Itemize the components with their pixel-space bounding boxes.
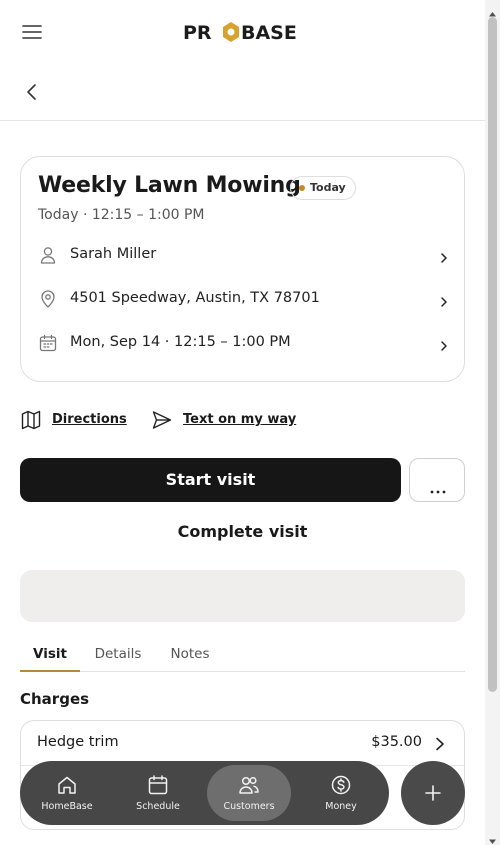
users-icon [238, 774, 260, 796]
status-badge: Today [290, 176, 356, 200]
nav-item-homebase[interactable]: HomeBase [25, 765, 109, 821]
scroll-up-icon[interactable] [488, 4, 497, 17]
charge-name: Hedge trim [37, 734, 119, 750]
text-on-my-way-link[interactable]: Text on my way [151, 408, 296, 432]
tab-visit[interactable]: Visit [20, 640, 80, 672]
charge-row[interactable]: Hedge trim $35.00 [21, 721, 464, 766]
nav-item-label: Money [325, 801, 357, 812]
sub-header [0, 64, 485, 121]
person-icon [38, 245, 58, 265]
home-icon [56, 774, 78, 796]
loading-placeholder [20, 570, 465, 622]
nav-item-label: HomeBase [41, 801, 93, 812]
chevron-right-icon [438, 293, 450, 307]
complete-visit-button[interactable]: Complete visit [20, 514, 465, 550]
job-time: Today · 12:15 – 1:00 PM [38, 207, 205, 223]
hamburger-menu-icon[interactable] [20, 22, 44, 42]
charge-amount: $35.00 [371, 734, 422, 750]
map-icon [20, 409, 42, 431]
calendar-icon [147, 774, 169, 796]
chevron-right-icon [434, 736, 446, 751]
start-visit-button[interactable]: Start visit [20, 458, 401, 502]
add-button[interactable] [401, 761, 465, 825]
tab-notes[interactable]: Notes [166, 640, 214, 672]
directions-link[interactable]: Directions [20, 408, 127, 432]
scrollbar-thumb[interactable] [488, 17, 497, 692]
plus-icon [425, 785, 441, 801]
schedule-row[interactable]: Mon, Sep 14 · 12:15 – 1:00 PM [38, 325, 450, 361]
scroll-down-icon[interactable] [488, 831, 497, 844]
schedule-text: Mon, Sep 14 · 12:15 – 1:00 PM [70, 334, 291, 350]
more-options-button[interactable] [409, 458, 465, 502]
job-card: Weekly Lawn Mowing Today Today · 12:15 –… [20, 156, 465, 382]
send-icon [151, 409, 173, 431]
chevron-left-icon[interactable] [22, 82, 42, 102]
probase-logo[interactable]: PR BASE [183, 18, 305, 46]
nav-item-label: Customers [223, 801, 275, 812]
job-title: Weekly Lawn Mowing [38, 173, 301, 198]
dollar-circle-icon [330, 774, 352, 796]
tab-details[interactable]: Details [92, 640, 144, 672]
location-pin-icon [38, 289, 58, 309]
address-row[interactable]: 4501 Speedway, Austin, TX 78701 [38, 281, 450, 317]
customer-row[interactable]: Sarah Miller [38, 237, 450, 273]
visit-tabs: Visit Details Notes [20, 640, 465, 672]
customer-name: Sarah Miller [70, 246, 157, 262]
text-on-my-way-label: Text on my way [183, 412, 297, 427]
status-badge-label: Today [310, 181, 346, 194]
directions-label: Directions [52, 412, 127, 427]
svg-text:PR: PR [183, 22, 212, 44]
chevron-right-icon [438, 337, 450, 351]
calendar-icon [38, 333, 58, 353]
nav-item-customers[interactable]: Customers [207, 765, 291, 821]
status-dot [299, 185, 305, 191]
address-text: 4501 Speedway, Austin, TX 78701 [70, 290, 320, 306]
nav-item-label: Schedule [136, 801, 180, 812]
charges-heading: Charges [20, 690, 90, 708]
nav-item-money[interactable]: Money [299, 765, 383, 821]
bottom-navigation: HomeBase Schedule Customers Money [20, 761, 389, 825]
quick-links: Directions Text on my way [20, 408, 465, 432]
nav-item-schedule[interactable]: Schedule [116, 765, 200, 821]
more-options-icon [430, 479, 446, 494]
chevron-right-icon [438, 249, 450, 263]
svg-text:BASE: BASE [241, 22, 297, 44]
top-bar: PR BASE [0, 0, 485, 64]
